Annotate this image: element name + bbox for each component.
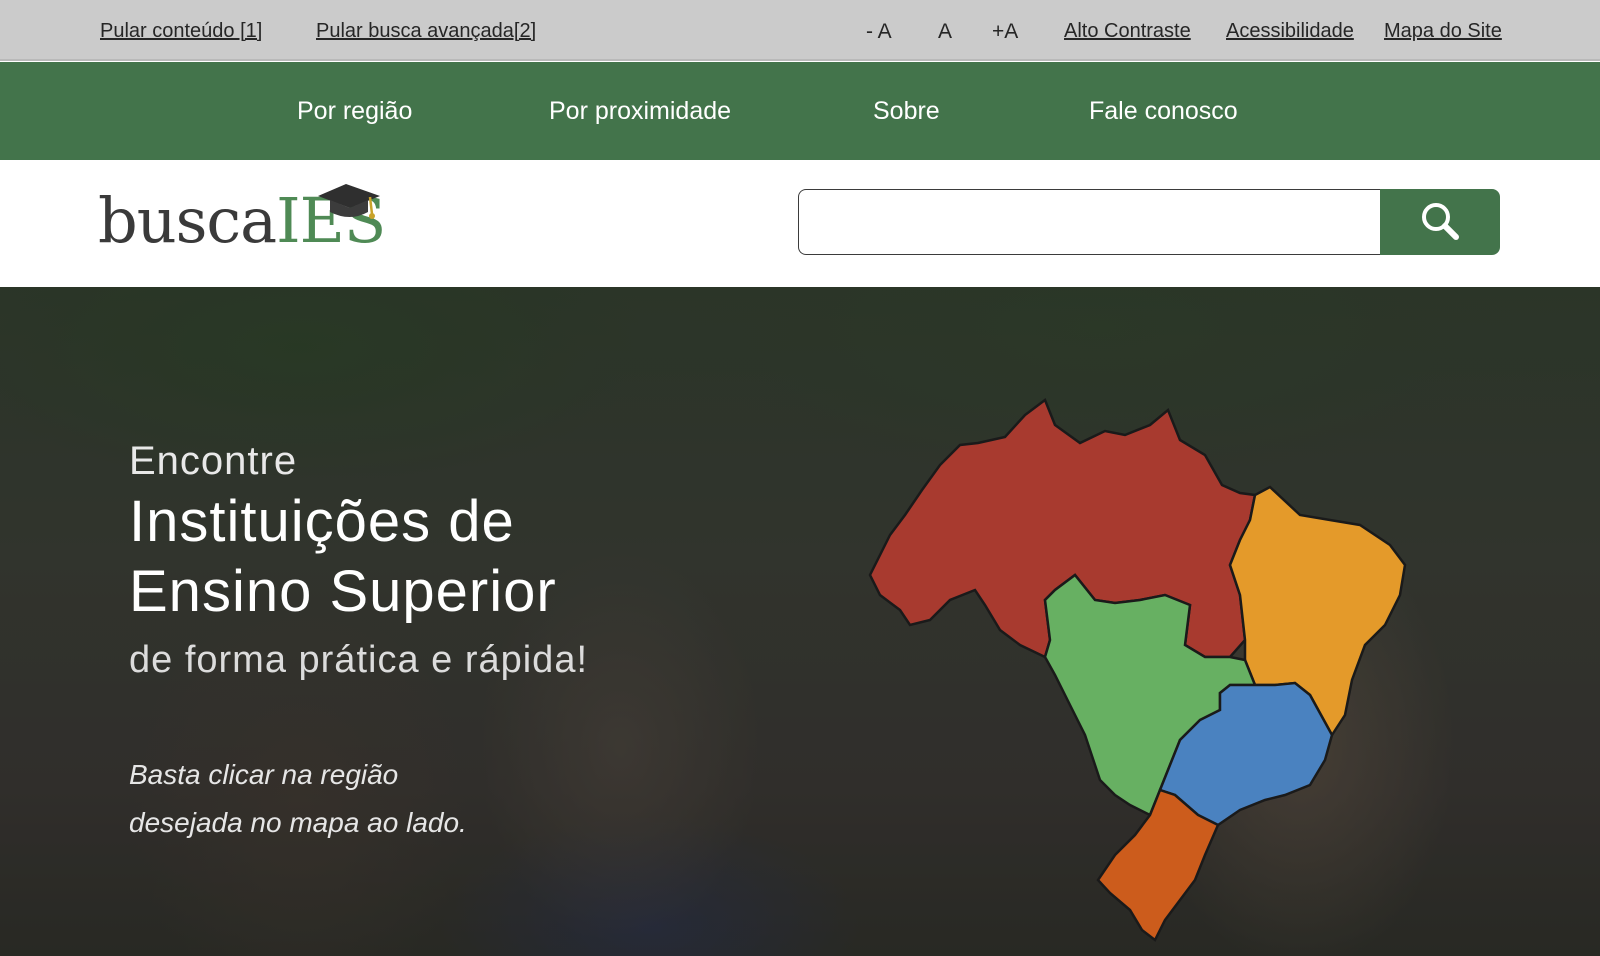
- logo-text-busca: busca: [98, 184, 277, 257]
- nav-item-por-regiao[interactable]: Por região: [297, 97, 412, 126]
- search-input[interactable]: [798, 189, 1382, 255]
- search-icon: [1422, 202, 1459, 240]
- hero-banner: Encontre Instituições de Ensino Superior…: [0, 287, 1600, 956]
- nav-item-por-proximidade[interactable]: Por proximidade: [549, 97, 731, 126]
- accessibility-link[interactable]: Acessibilidade: [1226, 20, 1354, 43]
- font-decrease-button[interactable]: - A: [866, 20, 892, 44]
- hero-kicker: Encontre: [129, 439, 298, 483]
- font-increase-button[interactable]: +A: [992, 20, 1018, 44]
- skip-to-content-link[interactable]: Pular conteúdo [1]: [100, 20, 262, 43]
- search-form: [798, 189, 1500, 255]
- site-logo[interactable]: buscaIES: [98, 182, 386, 262]
- main-nav: Por região Por proximidade Sobre Fale co…: [0, 62, 1600, 160]
- sitemap-link[interactable]: Mapa do Site: [1384, 20, 1502, 43]
- font-reset-button[interactable]: A: [938, 20, 952, 44]
- site-header: buscaIES: [0, 160, 1600, 287]
- hero-hint-line-2: desejada no mapa ao lado.: [129, 807, 467, 838]
- hero-title-line-2: Ensino Superior: [129, 559, 557, 624]
- accessibility-bar: Pular conteúdo [1] Pular busca avançada[…: [0, 0, 1600, 61]
- hero-hint-line-1: Basta clicar na região: [129, 759, 399, 790]
- graduation-cap-icon: [318, 184, 380, 219]
- nav-item-sobre[interactable]: Sobre: [873, 97, 940, 126]
- brazil-regions-map[interactable]: [860, 395, 1430, 945]
- hero-title: Instituições de Ensino Superior: [129, 487, 689, 627]
- skip-to-search-link[interactable]: Pular busca avançada[2]: [316, 20, 536, 43]
- search-button[interactable]: [1380, 189, 1500, 255]
- high-contrast-link[interactable]: Alto Contraste: [1064, 20, 1191, 43]
- nav-item-fale-conosco[interactable]: Fale conosco: [1089, 97, 1238, 126]
- hero-hint: Basta clicar na região desejada no mapa …: [129, 751, 529, 847]
- hero-subtitle: de forma prática e rápida!: [129, 639, 589, 681]
- hero-title-line-1: Instituições de: [129, 489, 515, 554]
